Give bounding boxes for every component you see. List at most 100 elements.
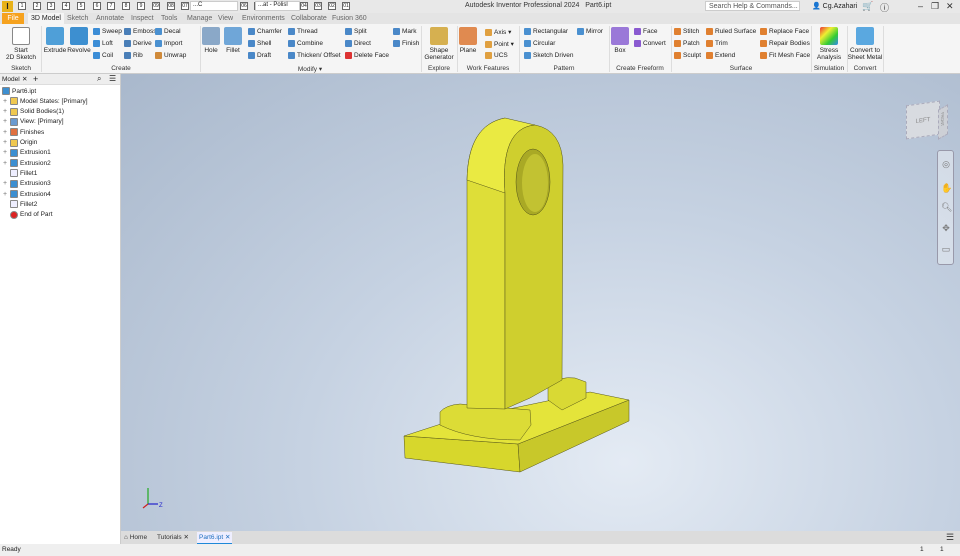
replace-face-button[interactable]: Replace Face: [760, 28, 809, 35]
browser-item-fillet2[interactable]: Fillet2: [3, 200, 37, 209]
mark-button[interactable]: Mark: [393, 28, 416, 35]
quick-access-button[interactable]: 06: [240, 2, 248, 10]
expand-icon[interactable]: +: [3, 160, 8, 167]
emboss-button[interactable]: Emboss: [124, 28, 156, 35]
extrude-button[interactable]: Extrude: [42, 27, 68, 54]
convert-to-sheet-metal-button[interactable]: Convert to Sheet Metal: [847, 27, 883, 61]
view-cube-side[interactable]: FRONT: [938, 104, 948, 140]
browser-item-extrusion4[interactable]: + Extrusion4: [3, 190, 51, 198]
browser-item-part6-ipt[interactable]: Part6.ipt: [2, 87, 36, 95]
trim-button[interactable]: Trim: [706, 40, 728, 47]
quick-access-button[interactable]: 4: [62, 2, 70, 10]
work-axis-button[interactable]: Axis ▾: [485, 28, 511, 36]
stress-analysis-button[interactable]: Stress Analysis: [813, 27, 845, 61]
browser-item-solid-bodies-1[interactable]: + Solid Bodies(1): [3, 107, 64, 116]
tab-model[interactable]: Model: [2, 76, 20, 83]
quick-access-button[interactable]: 5: [77, 2, 85, 10]
browser-item-finishes[interactable]: + Finishes: [3, 128, 44, 137]
tab-collaborate[interactable]: Collaborate: [288, 13, 330, 24]
patch-button[interactable]: Patch: [674, 40, 700, 47]
orbit-icon[interactable]: ✥: [941, 223, 951, 233]
view-cube-side-label[interactable]: FRONT: [940, 111, 945, 128]
user-account[interactable]: 👤 Cg.Azahari: [812, 2, 857, 10]
shell-button[interactable]: Shell: [248, 40, 271, 47]
quick-access-button[interactable]: 01: [342, 2, 350, 10]
chamfer-button[interactable]: Chamfer: [248, 28, 282, 35]
delete-face-button[interactable]: Delete Face: [345, 52, 389, 59]
tab-annotate[interactable]: Annotate: [93, 13, 127, 24]
quick-access-button[interactable]: 6: [93, 2, 101, 10]
fit-mesh-face-button[interactable]: Fit Mesh Face: [760, 52, 810, 59]
tab-sketch[interactable]: Sketch: [64, 13, 91, 24]
sweep-button[interactable]: Sweep: [93, 28, 122, 35]
combine-button[interactable]: Combine: [288, 40, 323, 47]
close-icon[interactable]: ✕: [22, 75, 27, 83]
menu-icon[interactable]: ☰: [109, 74, 116, 83]
doc-tabs-menu-icon[interactable]: ☰: [946, 532, 954, 543]
expand-icon[interactable]: +: [3, 149, 8, 156]
quick-access-button[interactable]: 07: [181, 2, 189, 10]
revolve-button[interactable]: Revolve: [66, 27, 92, 54]
tab-environments[interactable]: Environments: [239, 13, 288, 24]
quick-access-button[interactable]: 3: [47, 2, 55, 10]
expand-icon[interactable]: +: [3, 139, 8, 146]
style-combo[interactable]: ...C: [190, 1, 238, 11]
quick-access-button[interactable]: 1: [18, 2, 26, 10]
repair-bodies-button[interactable]: Repair Bodies: [760, 40, 810, 47]
browser-item-view-primary[interactable]: + View: [Primary]: [3, 117, 64, 126]
browser-item-origin[interactable]: + Origin: [3, 138, 37, 147]
close-button[interactable]: ✕: [946, 1, 954, 12]
tab-3d-model[interactable]: 3D Model: [28, 13, 64, 24]
zoom-icon[interactable]: 🔍︎: [941, 202, 952, 212]
steering-wheel-icon[interactable]: ◎: [941, 159, 951, 169]
rib-button[interactable]: Rib: [124, 52, 143, 59]
shape-generator-button[interactable]: Shape Generator: [423, 27, 455, 61]
minimize-button[interactable]: ‒: [918, 1, 923, 11]
sketch-driven-button[interactable]: Sketch Driven: [524, 52, 573, 59]
coil-button[interactable]: Coil: [93, 52, 113, 59]
quick-access-button[interactable]: 09: [152, 2, 160, 10]
decal-button[interactable]: Decal: [155, 28, 181, 35]
ruled-surface-button[interactable]: Ruled Surface: [706, 28, 756, 35]
face-button[interactable]: Face: [634, 28, 657, 35]
view-cube[interactable]: LEFT: [906, 100, 940, 140]
quick-access-button[interactable]: 9: [137, 2, 145, 10]
graphics-viewport[interactable]: LEFT FRONT ◎ ✋ 🔍︎ ✥ ▭ Z: [121, 74, 960, 531]
loft-button[interactable]: Loft: [93, 40, 113, 47]
hole-button[interactable]: Hole: [200, 27, 222, 54]
restore-button[interactable]: ❐: [931, 1, 939, 12]
browser-item-end-of-part[interactable]: End of Part: [3, 210, 53, 219]
inventor-logo[interactable]: I: [2, 1, 13, 12]
quick-access-button[interactable]: 8: [122, 2, 130, 10]
fillet-button[interactable]: Fillet: [222, 27, 244, 54]
import-button[interactable]: Import: [155, 40, 182, 47]
unwrap-button[interactable]: Unwrap: [155, 52, 186, 59]
expand-icon[interactable]: +: [3, 180, 8, 187]
cart-icon[interactable]: 🛒: [862, 1, 873, 12]
expand-icon[interactable]: +: [3, 191, 8, 198]
search-help-input[interactable]: Search Help & Commands...: [705, 1, 800, 11]
browser-item-extrusion2[interactable]: + Extrusion2: [3, 159, 51, 168]
view-face-icon[interactable]: ▭: [941, 244, 951, 254]
finish-button[interactable]: Finish: [393, 40, 419, 47]
split-button[interactable]: Split: [345, 28, 367, 35]
rectangular-button[interactable]: Rectangular: [524, 28, 568, 35]
tab-view[interactable]: View: [215, 13, 236, 24]
direct-button[interactable]: Direct: [345, 40, 371, 47]
expand-icon[interactable]: +: [3, 108, 8, 115]
browser-item-fillet1[interactable]: Fillet1: [3, 169, 37, 178]
box-button[interactable]: Box: [609, 27, 631, 54]
tab-tools[interactable]: Tools: [158, 13, 180, 24]
part-model[interactable]: [121, 74, 960, 531]
mirror-button[interactable]: Mirror: [577, 28, 603, 35]
quick-access-button[interactable]: 02: [328, 2, 336, 10]
browser-item-extrusion1[interactable]: + Extrusion1: [3, 148, 51, 157]
start-2d-sketch-button[interactable]: Start 2D Sketch: [4, 27, 38, 61]
tab-manage[interactable]: Manage: [184, 13, 215, 24]
pan-icon[interactable]: ✋: [941, 183, 952, 193]
tab-fusion-360[interactable]: Fusion 360: [329, 13, 370, 24]
search-icon[interactable]: ⌕: [97, 74, 101, 84]
add-tab-icon[interactable]: +: [33, 74, 38, 84]
thread-button[interactable]: Thread: [288, 28, 318, 35]
browser-item-model-states-primary[interactable]: + Model States: [Primary]: [3, 97, 88, 106]
